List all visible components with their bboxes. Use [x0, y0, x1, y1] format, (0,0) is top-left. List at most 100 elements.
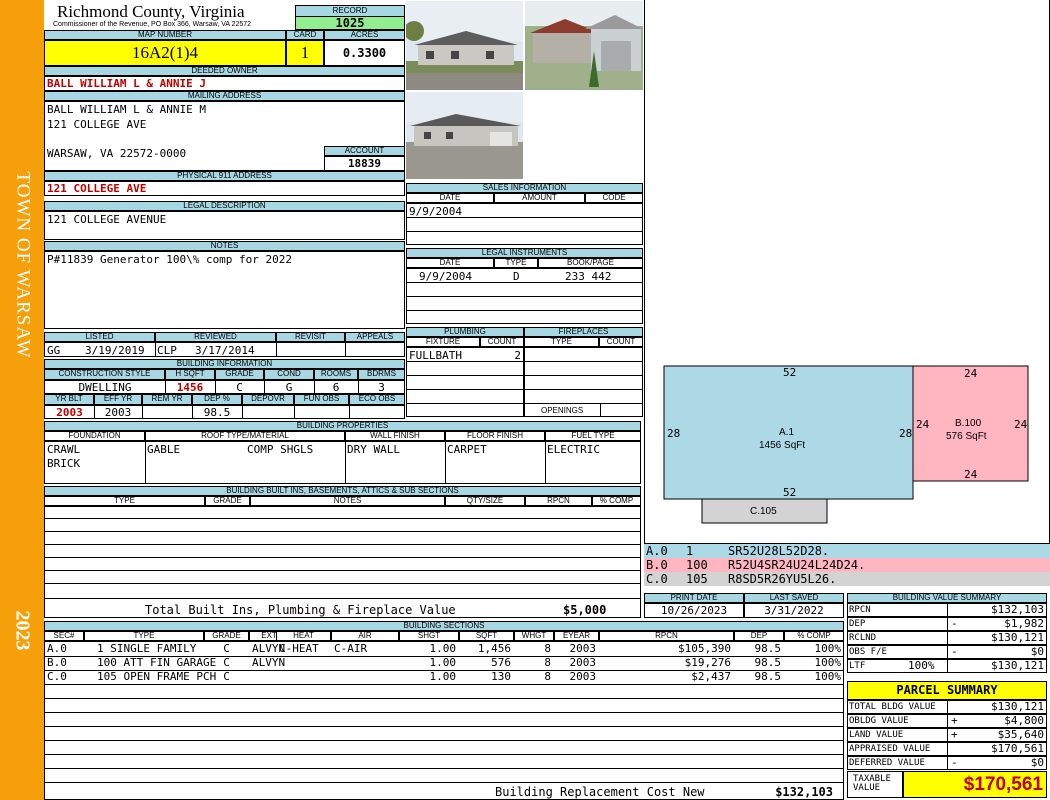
section-comp: 100% [814, 642, 842, 655]
parcel-summary-sign: + [951, 715, 958, 727]
value-summary-value: $1,982 [1004, 618, 1044, 630]
section-sec: A.0 [47, 642, 67, 655]
appeals-label: APPEALS [345, 332, 405, 342]
legal-instruments-label: LEGAL INSTRUMENTS [406, 248, 643, 258]
county-title: Richmond County, Virginia [57, 2, 245, 21]
section-whgt: 8 [544, 670, 551, 683]
section-grade: C [223, 656, 230, 669]
built-ins-table: TYPE GRADE NOTES QTY/SIZE RPCN % COMP To… [44, 496, 641, 618]
hsqft-label: H SQFT [165, 369, 215, 380]
side-banner: TOWN OF WARSAW 2023 [0, 0, 44, 800]
plumbing-label: PLUMBING [406, 327, 524, 337]
parcel-summary-value: $130,121 [991, 701, 1044, 713]
owner-label: DEEDED OWNER [44, 66, 405, 76]
section-col-comp: % COMP [784, 631, 844, 641]
section-shgt: 1.00 [429, 670, 457, 683]
account-label: ACCOUNT [324, 146, 405, 156]
print-date: 10/26/2023 [644, 603, 744, 618]
fun-obs-label: FUN OBS [294, 394, 349, 405]
fixture-count-col: COUNT [480, 337, 524, 347]
bi-qty-col: QTY/SIZE [445, 496, 525, 506]
last-saved-label: LAST SAVED [744, 593, 844, 603]
section-eyear: 2003 [569, 656, 597, 669]
parcel-summary-table: TOTAL BLDG VALUE $130,121 OBLDG VALUE + $4,8… [847, 700, 1047, 770]
fireplaces-label: FIREPLACES [524, 327, 643, 337]
value-summary-label: OBS F/E [849, 647, 887, 657]
building-sections-table: SEC#TYPEGRADEEXT FINHEATAIRSHGTSQFTWHGTE… [44, 631, 844, 800]
value-summary-table: RPCN $132,103 DEP - $1,982 RCLND $130,121 OBS F… [847, 603, 1047, 673]
li-date-col: DATE [406, 258, 494, 268]
physical-address: 121 COLLEGE AVE [44, 181, 405, 196]
sales-date-col: DATE [406, 193, 494, 203]
heated-sqft: 1456 [176, 381, 204, 394]
sketch-codes: A.0 1 SR52U28L52D28. B.0 100 R52U4SR24U2… [644, 544, 1050, 588]
section-dep: 98.5 [754, 656, 782, 669]
code-c-num: 105 [686, 572, 708, 586]
mailing-line-2: 121 COLLEGE AVE [47, 118, 147, 131]
code-c-code: R8SD5R26YU5L26. [728, 572, 837, 586]
depreciation-pct: 98.5 [203, 406, 231, 419]
section-sqft: 130 [491, 670, 511, 683]
taxable-value-label: TAXABLE VALUE [847, 771, 903, 798]
code-c-sec: C.0 [646, 572, 668, 586]
fixture-count: 2 [514, 349, 521, 362]
li-date: 9/9/2004 [419, 270, 472, 283]
value-summary-value: $0 [1030, 646, 1044, 658]
sales-label: SALES INFORMATION [406, 183, 643, 193]
section-col-shgt: SHGT [399, 631, 459, 641]
code-a-sec: A.0 [646, 544, 668, 558]
bi-grade-col: GRADE [205, 496, 250, 506]
commissioner-line: Commissioner of the Revenue, PO Box 366,… [53, 21, 252, 28]
floor-plan-sketch: 52 52 28 28 A.1 1456 SqFt 24 24 24 24 B.… [644, 0, 1050, 544]
li-book: 233 442 [565, 270, 612, 283]
card-number: 1 [286, 40, 324, 66]
notes-text: P#11839 Generator 100\% comp for 2022 [44, 251, 405, 329]
value-summary-sign: - [951, 646, 958, 658]
taxable-value: $170,561 [903, 771, 1047, 798]
grade-value: C [236, 381, 243, 394]
code-row-c: C.0 105 R8SD5R26YU5L26. [644, 572, 1050, 586]
code-a-code: SR52U28L52D28. [728, 544, 830, 558]
section-col-sec: SEC# [44, 631, 84, 641]
rooms-label: ROOMS [314, 369, 358, 380]
parcel-summary-row: OBLDG VALUE + $4,800 [847, 714, 1047, 728]
parcel-summary-label: APPRAISED VALUE [849, 744, 931, 754]
code-b-code: R52U4SR24U24L24D24. [728, 558, 866, 572]
value-summary-label: RPCN [849, 605, 871, 615]
value-summary-row: LTF 100% $130,121 [847, 659, 1047, 673]
bdrms-value: 3 [378, 381, 385, 394]
li-type: D [513, 270, 520, 283]
garage-photo [524, 0, 644, 91]
fireplace-type-col: TYPE [524, 337, 599, 347]
value-summary-label: RCLND [849, 633, 877, 643]
value-summary-value: $132,103 [991, 604, 1044, 616]
wall-finish: DRY WALL [347, 443, 400, 456]
last-saved: 3/31/2022 [744, 603, 844, 618]
parcel-summary-sign: - [951, 757, 958, 769]
building-info-box: CONSTRUCTION STYLE H SQFT GRADE COND ROO… [44, 369, 405, 419]
builtins-total-label: Total Built Ins, Plumbing & Fireplace Va… [145, 603, 456, 617]
value-summary-value: $130,121 [991, 632, 1044, 644]
bi-notes-col: NOTES [250, 496, 445, 506]
listed-label: LISTED [44, 332, 155, 342]
sales-table: DATE AMOUNT CODE 9/9/2004 [406, 193, 643, 245]
foundation-2: BRICK [47, 457, 81, 470]
card-label: CARD [286, 30, 324, 40]
section-whgt: 8 [544, 642, 551, 655]
section-comp: 100% [814, 670, 842, 683]
roof-col: ROOF TYPE/MATERIAL [145, 431, 345, 441]
depovr-label: DEPOVR [242, 394, 294, 405]
section-col-eyear: EYEAR [554, 631, 599, 641]
parcel-summary-row: APPRAISED VALUE $170,561 [847, 742, 1047, 756]
code-row-a: A.0 1 SR52U28L52D28. [644, 544, 1050, 558]
bdrms-label: BDRMS [358, 369, 405, 380]
account-number: 18839 [324, 156, 405, 171]
cond-label: COND [264, 369, 314, 380]
parcel-summary-label: LAND VALUE [849, 730, 904, 740]
a-top-dim: 52 [783, 366, 797, 379]
value-summary-value: $130,121 [991, 660, 1044, 672]
section-rpcn: $19,276 [684, 656, 731, 669]
mailing-line-1: BALL WILLIAM L & ANNIE M [47, 103, 206, 116]
deeded-owner: BALL WILLIAM L & ANNIE J [44, 76, 405, 91]
value-summary-label: DEP [849, 619, 866, 629]
